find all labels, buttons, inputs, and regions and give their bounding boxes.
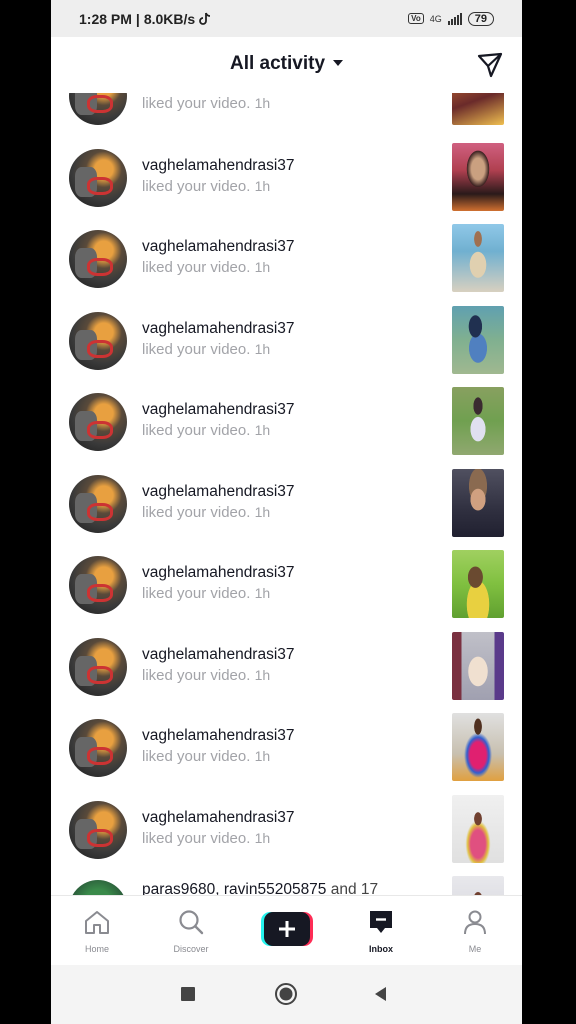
video-thumbnail[interactable] bbox=[452, 876, 504, 895]
back-icon[interactable] bbox=[371, 984, 391, 1004]
username[interactable]: vaghelamahendrasi37 bbox=[142, 320, 295, 338]
bottom-nav: Home Discover Inbox Me bbox=[51, 895, 522, 966]
list-item[interactable]: vaghelamahendrasi37 liked your video. 1h bbox=[51, 793, 522, 874]
nav-home[interactable]: Home bbox=[67, 908, 127, 954]
home-icon bbox=[85, 911, 109, 934]
avatar[interactable] bbox=[69, 801, 127, 859]
nav-me[interactable]: Me bbox=[445, 908, 505, 954]
video-thumbnail[interactable] bbox=[452, 387, 504, 455]
video-thumbnail[interactable] bbox=[452, 143, 504, 211]
tiktok-notification-icon bbox=[199, 12, 211, 25]
list-item[interactable]: vaghelamahendrasi37 liked your video. 1h bbox=[51, 385, 522, 466]
activity-text: liked your video. 1h bbox=[142, 422, 271, 439]
status-time: 1:28 PM bbox=[79, 10, 132, 27]
activity-text: liked your video. 1h bbox=[142, 95, 271, 112]
nav-home-label: Home bbox=[84, 944, 109, 954]
list-item[interactable]: vaghelamahendrasi37 liked your video. 1h bbox=[51, 141, 522, 222]
username[interactable]: vaghelamahendrasi37 bbox=[142, 564, 295, 582]
recents-icon[interactable] bbox=[178, 984, 198, 1004]
username[interactable]: vaghelamahendrasi37 bbox=[142, 727, 295, 745]
avatar[interactable] bbox=[69, 719, 127, 777]
phone-screen: 1:28 PM | 8.0KB/s Vo 4G 79 All activity … bbox=[51, 0, 522, 1024]
video-thumbnail[interactable] bbox=[452, 93, 504, 125]
avatar[interactable] bbox=[69, 93, 127, 125]
avatar[interactable] bbox=[69, 230, 127, 288]
volte-icon: Vo bbox=[408, 13, 424, 24]
system-nav-bar bbox=[51, 965, 522, 1024]
avatar[interactable] bbox=[69, 556, 127, 614]
activity-filter-dropdown[interactable]: All activity bbox=[51, 53, 522, 75]
nav-me-label: Me bbox=[468, 944, 482, 954]
nav-inbox[interactable]: Inbox bbox=[351, 908, 411, 954]
video-thumbnail[interactable] bbox=[452, 306, 504, 374]
video-thumbnail[interactable] bbox=[452, 550, 504, 618]
activity-text: liked your video. 1h bbox=[142, 748, 271, 765]
list-item[interactable]: vaghelamahendrasi37 liked your video. 1h bbox=[51, 711, 522, 792]
avatar[interactable] bbox=[69, 312, 127, 370]
activity-text: liked your video. 1h bbox=[142, 341, 271, 358]
network-type: 4G bbox=[429, 13, 442, 24]
username[interactable]: vaghelamahendrasi37 bbox=[142, 238, 295, 256]
avatar[interactable] bbox=[69, 393, 127, 451]
avatar[interactable] bbox=[69, 149, 127, 207]
inbox-icon bbox=[370, 911, 392, 933]
network-speed: 8.0KB/s bbox=[143, 10, 196, 27]
send-message-icon[interactable] bbox=[476, 51, 504, 79]
home-button-icon[interactable] bbox=[274, 982, 298, 1006]
video-thumbnail[interactable] bbox=[452, 632, 504, 700]
activity-text: liked your video. 1h bbox=[142, 178, 271, 195]
page-title: All activity bbox=[229, 53, 326, 74]
nav-discover-label: Discover bbox=[173, 944, 209, 954]
avatar[interactable] bbox=[69, 475, 127, 533]
activity-text: liked your video. 1h bbox=[142, 259, 271, 276]
status-left: 1:28 PM | 8.0KB/s bbox=[79, 11, 211, 27]
create-video-button[interactable] bbox=[261, 912, 313, 946]
activity-text: liked your video. 1h bbox=[142, 830, 271, 847]
list-item[interactable]: vaghelamahendrasi37 liked your video. 1h bbox=[51, 548, 522, 629]
list-item[interactable]: liked your video. 1h bbox=[51, 93, 522, 134]
status-bar: 1:28 PM | 8.0KB/s Vo 4G 79 bbox=[51, 0, 522, 37]
activity-text: liked your video. 1h bbox=[142, 585, 271, 602]
list-item[interactable]: vaghelamahendrasi37 liked your video. 1h bbox=[51, 467, 522, 548]
username[interactable]: vaghelamahendrasi37 bbox=[142, 401, 295, 419]
list-item[interactable]: vaghelamahendrasi37 liked your video. 1h bbox=[51, 630, 522, 711]
activity-text: liked your video. 1h bbox=[142, 504, 271, 521]
username[interactable]: vaghelamahendrasi37 bbox=[142, 157, 295, 175]
avatar[interactable] bbox=[69, 638, 127, 696]
list-item[interactable]: vaghelamahendrasi37 liked your video. 1h bbox=[51, 304, 522, 385]
username[interactable]: vaghelamahendrasi37 bbox=[142, 483, 295, 501]
profile-icon bbox=[464, 910, 486, 935]
video-thumbnail[interactable] bbox=[452, 795, 504, 863]
activity-text[interactable]: paras9680, ravin55205875 and 17 bbox=[142, 881, 378, 895]
activity-list[interactable]: liked your video. 1h vaghelamahendrasi37… bbox=[51, 93, 522, 895]
activity-header: All activity bbox=[51, 37, 522, 93]
username[interactable]: vaghelamahendrasi37 bbox=[142, 809, 295, 827]
search-icon bbox=[179, 910, 204, 935]
signal-icon bbox=[447, 12, 462, 25]
username[interactable]: vaghelamahendrasi37 bbox=[142, 646, 295, 664]
nav-inbox-label: Inbox bbox=[369, 944, 393, 954]
video-thumbnail[interactable] bbox=[452, 469, 504, 537]
status-right: Vo 4G 79 bbox=[408, 11, 494, 26]
battery-icon: 79 bbox=[467, 11, 494, 26]
video-thumbnail[interactable] bbox=[452, 713, 504, 781]
activity-text: liked your video. 1h bbox=[142, 667, 271, 684]
nav-discover[interactable]: Discover bbox=[161, 908, 221, 954]
list-item[interactable]: paras9680, ravin55205875 and 17 bbox=[51, 874, 522, 895]
caret-down-icon bbox=[333, 59, 344, 66]
list-item[interactable]: vaghelamahendrasi37 liked your video. 1h bbox=[51, 222, 522, 303]
status-divider: | bbox=[135, 10, 140, 27]
video-thumbnail[interactable] bbox=[452, 224, 504, 292]
avatar[interactable] bbox=[69, 880, 127, 895]
